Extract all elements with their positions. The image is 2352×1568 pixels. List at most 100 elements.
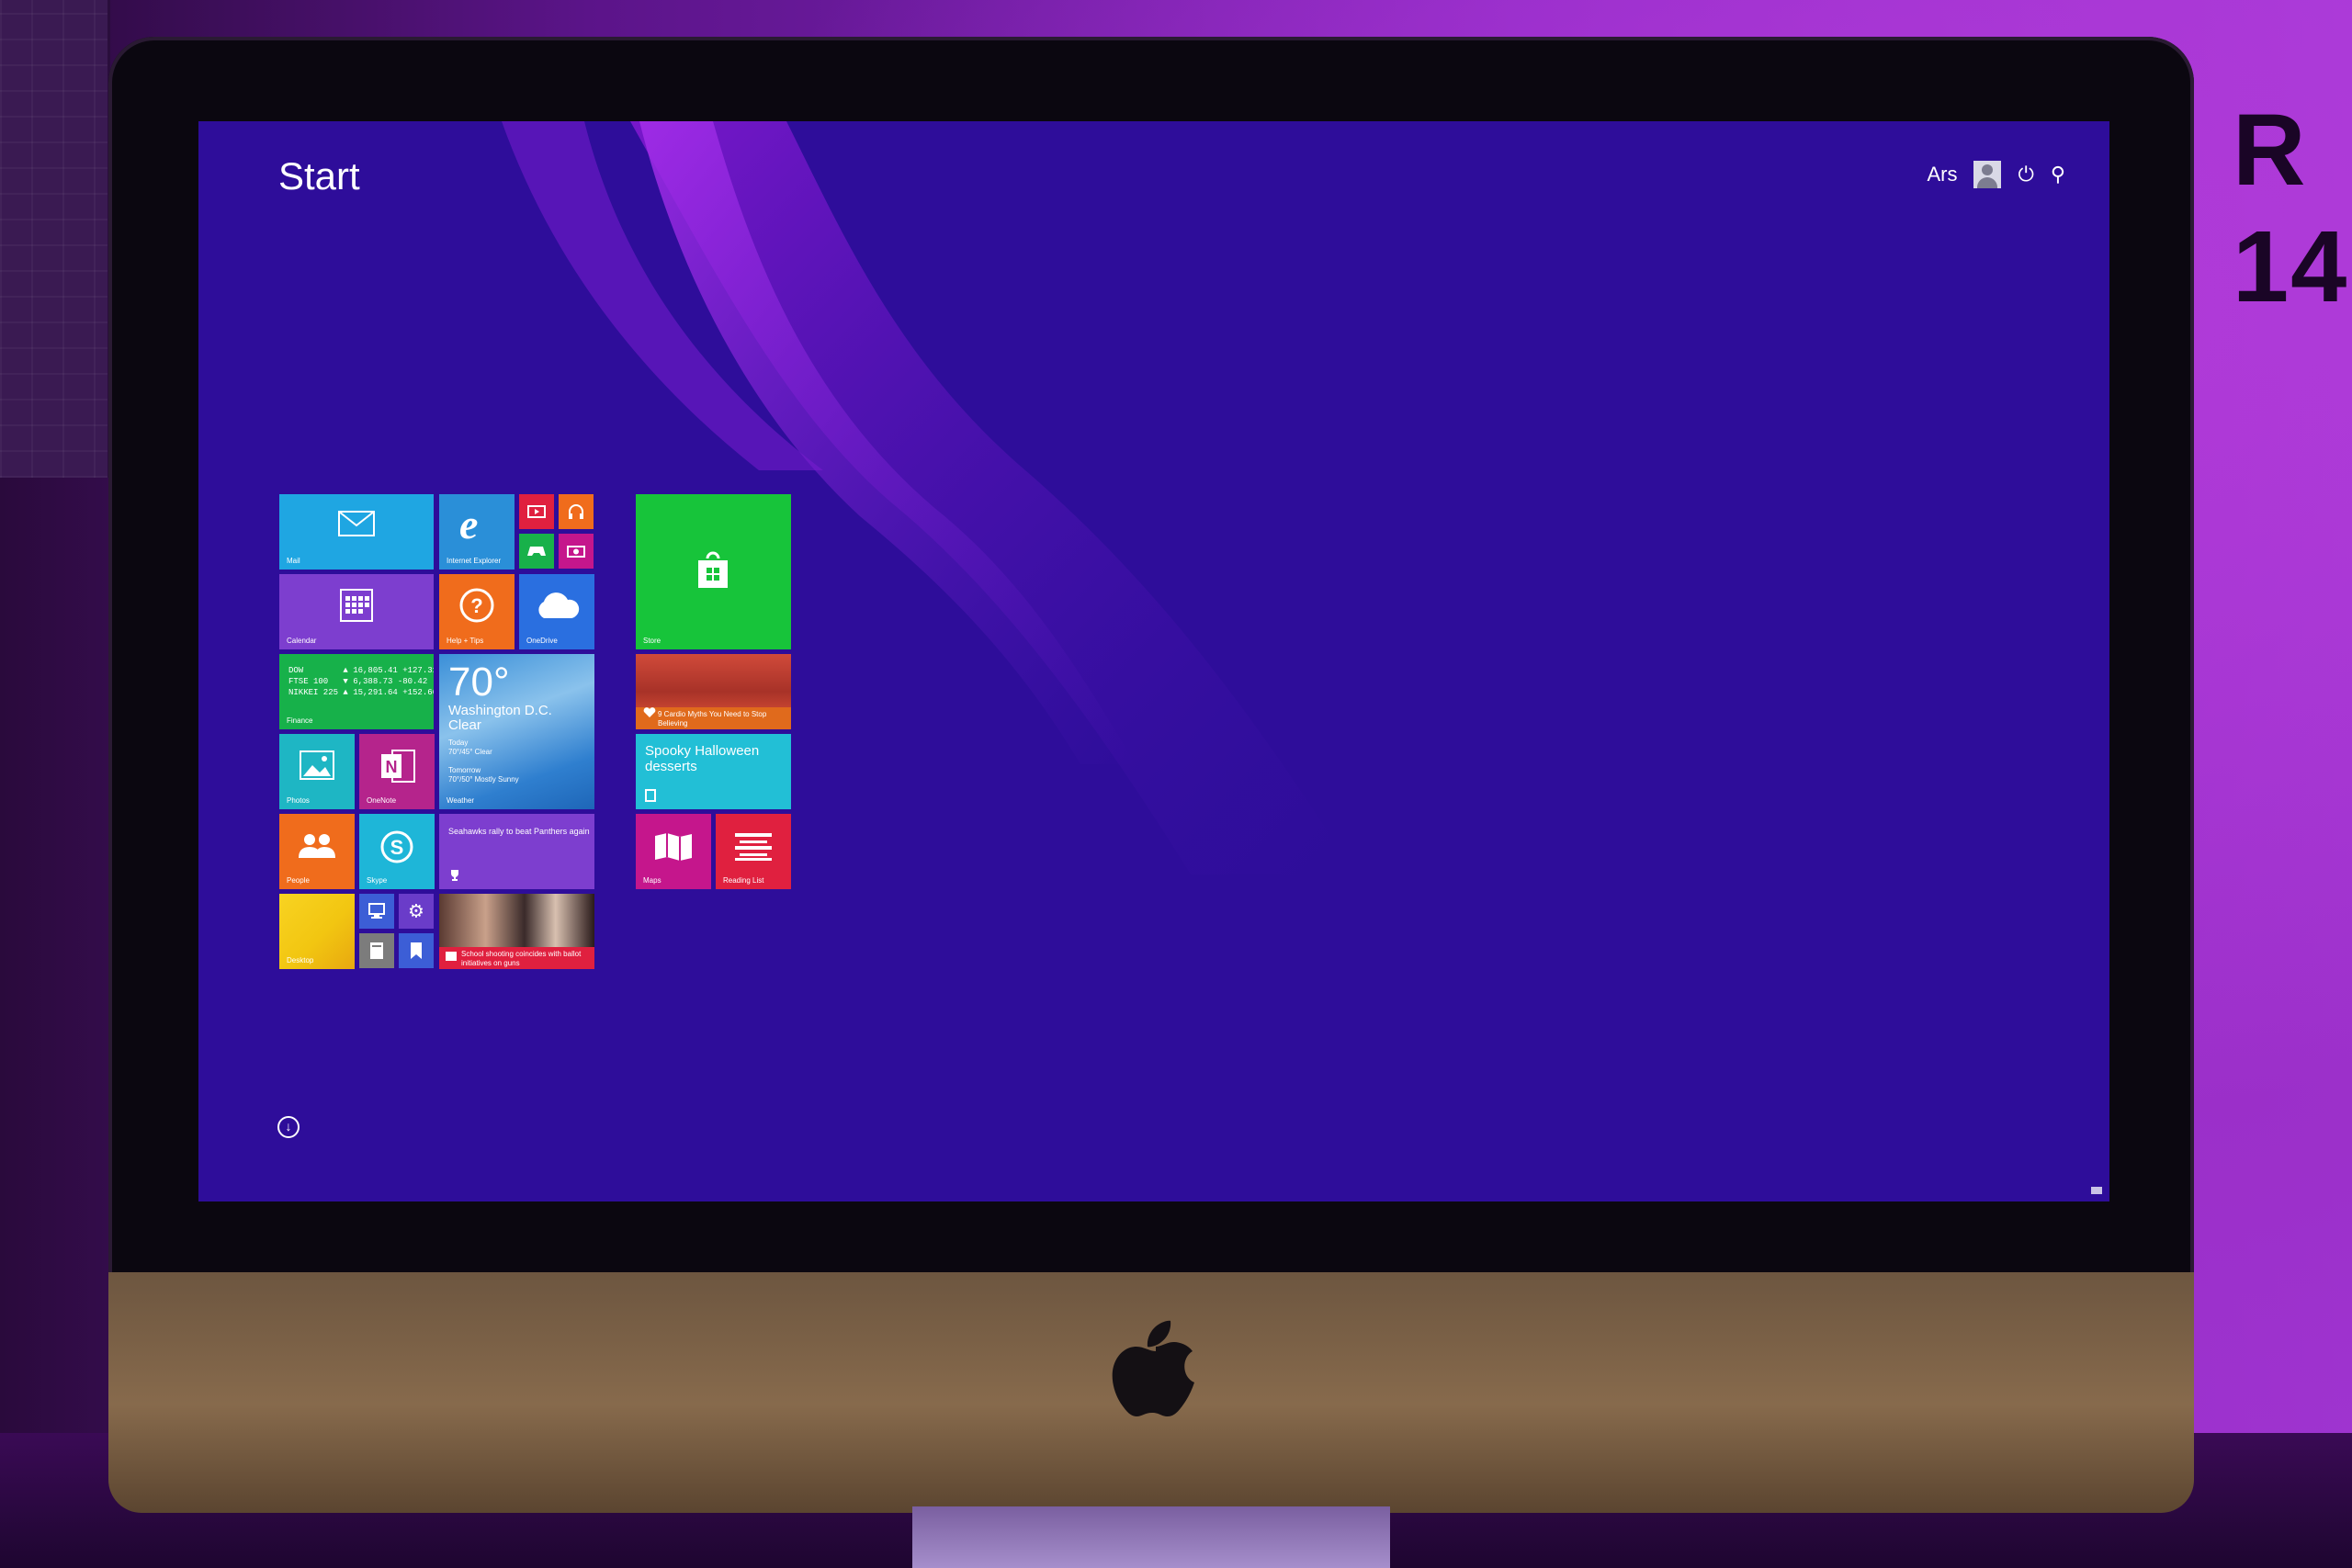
tile-label: Reading List bbox=[723, 876, 764, 885]
windows-start-screen: Start Ars ⏻ ⚲ Mail e Internet Explorer C… bbox=[198, 121, 2109, 1201]
book-icon bbox=[370, 942, 383, 959]
store-bag-icon bbox=[698, 551, 728, 588]
svg-text:?: ? bbox=[470, 594, 482, 617]
camera-icon bbox=[567, 546, 585, 558]
tile-maps[interactable]: Maps bbox=[636, 814, 711, 889]
imac: Start Ars ⏻ ⚲ Mail e Internet Explorer C… bbox=[108, 37, 2194, 1568]
finance-rows: DOW ▲ 16,805.41 +127.31 FTSE 100 ▼ 6,388… bbox=[288, 665, 434, 698]
forecast-tomorrow: 70°/50° Mostly Sunny bbox=[448, 775, 519, 784]
tile-reading-list[interactable]: Reading List bbox=[716, 814, 791, 889]
tile-store[interactable]: Store bbox=[636, 494, 791, 649]
skype-icon: S bbox=[380, 830, 413, 863]
wall-poster bbox=[0, 0, 110, 478]
tile-video[interactable] bbox=[519, 494, 554, 529]
power-icon[interactable]: ⏻ bbox=[2018, 164, 2033, 185]
forecast-tomorrow-label: Tomorrow bbox=[448, 766, 481, 774]
video-icon bbox=[527, 505, 546, 518]
mail-icon bbox=[338, 511, 375, 536]
tile-music[interactable] bbox=[559, 494, 594, 529]
tile-onedrive[interactable]: OneDrive bbox=[519, 574, 594, 649]
tile-onenote[interactable]: N OneNote bbox=[359, 734, 435, 809]
list-icon bbox=[735, 833, 772, 861]
gamepad-icon bbox=[527, 547, 546, 556]
svg-text:N: N bbox=[386, 758, 398, 776]
finance-row: NIKKEI 225 ▲ 15,291.64 +152.66 bbox=[288, 688, 434, 697]
down-arrow-icon: ↓ bbox=[285, 1119, 292, 1134]
tile-calendar[interactable]: Calendar bbox=[279, 574, 434, 649]
health-caption: 9 Cardio Myths You Need to Stop Believin… bbox=[636, 707, 791, 729]
weather-condition: Clear bbox=[448, 717, 481, 733]
tile-news-photo[interactable]: School shooting coincides with ballot in… bbox=[439, 894, 594, 969]
internet-explorer-icon: e bbox=[459, 501, 479, 547]
tile-settings[interactable]: ⚙ bbox=[399, 894, 434, 929]
user-bar: Ars ⏻ ⚲ bbox=[1927, 158, 2065, 191]
forecast-today-label: Today bbox=[448, 739, 469, 747]
tile-label: Weather bbox=[447, 796, 475, 805]
wall-lettering: R 14- bbox=[2233, 94, 2352, 323]
tile-label: Calendar bbox=[287, 637, 317, 645]
tile-help-tips[interactable]: ? Help + Tips bbox=[439, 574, 514, 649]
sports-headline: Seahawks rally to beat Panthers again bbox=[448, 827, 590, 836]
weather-location: Washington D.C. Clear bbox=[448, 704, 552, 733]
tile-mail[interactable]: Mail bbox=[279, 494, 434, 570]
calendar-icon bbox=[340, 589, 373, 622]
tile-label: Internet Explorer bbox=[447, 557, 502, 565]
tile-label: Desktop bbox=[287, 956, 314, 964]
tile-label: People bbox=[287, 876, 310, 885]
trophy-icon bbox=[451, 870, 458, 881]
finance-row: DOW ▲ 16,805.41 +127.31 bbox=[288, 666, 434, 675]
tile-label: Maps bbox=[643, 876, 662, 885]
people-icon bbox=[299, 834, 335, 858]
tile-games[interactable] bbox=[519, 534, 554, 569]
tile-desktop[interactable]: Desktop bbox=[279, 894, 355, 969]
apple-logo-icon bbox=[1112, 1320, 1194, 1416]
weather-forecast: Today 70°/45° Clear Tomorrow 70°/50° Mostly… bbox=[448, 739, 519, 784]
news-icon bbox=[446, 952, 457, 961]
tile-reader[interactable] bbox=[359, 933, 394, 968]
help-icon: ? bbox=[459, 588, 494, 623]
tile-label: Finance bbox=[287, 716, 313, 725]
bookmark-icon bbox=[411, 942, 422, 959]
all-apps-button[interactable]: ↓ bbox=[277, 1116, 300, 1138]
tile-label: OneNote bbox=[367, 796, 397, 805]
tile-finance[interactable]: DOW ▲ 16,805.41 +127.31 FTSE 100 ▼ 6,388… bbox=[279, 654, 434, 729]
imac-stand bbox=[912, 1506, 1390, 1568]
tile-internet-explorer[interactable]: e Internet Explorer bbox=[439, 494, 514, 570]
finance-row: FTSE 100 ▼ 6,388.73 -80.42 bbox=[288, 677, 428, 686]
map-icon bbox=[655, 833, 692, 861]
user-name[interactable]: Ars bbox=[1927, 163, 1957, 186]
cloud-icon bbox=[538, 592, 580, 618]
user-avatar[interactable] bbox=[1973, 161, 2002, 188]
tile-health[interactable]: 9 Cardio Myths You Need to Stop Believin… bbox=[636, 654, 791, 729]
tile-pc-settings[interactable] bbox=[359, 894, 394, 929]
forecast-today: 70°/45° Clear bbox=[448, 748, 492, 756]
food-icon bbox=[645, 789, 656, 802]
computer-icon bbox=[368, 903, 385, 919]
svg-text:S: S bbox=[390, 836, 404, 859]
weather-temperature: 70° bbox=[448, 660, 510, 705]
search-icon[interactable]: ⚲ bbox=[2051, 164, 2065, 185]
tile-weather[interactable]: 70° Washington D.C. Clear Today 70°/45° Cl… bbox=[439, 654, 594, 809]
tile-food[interactable]: Spooky Halloween desserts bbox=[636, 734, 791, 809]
tile-skype[interactable]: S Skype bbox=[359, 814, 435, 889]
zoom-control[interactable] bbox=[2091, 1187, 2102, 1194]
tile-label: Photos bbox=[287, 796, 310, 805]
food-headline: Spooky Halloween desserts bbox=[645, 743, 760, 774]
photo-icon bbox=[300, 750, 334, 780]
headphones-icon bbox=[569, 504, 583, 519]
weather-city: Washington D.C. bbox=[448, 703, 552, 718]
onenote-icon: N bbox=[381, 750, 415, 783]
tile-bookmark[interactable] bbox=[399, 933, 434, 968]
gear-icon: ⚙ bbox=[408, 901, 424, 922]
tile-people[interactable]: People bbox=[279, 814, 355, 889]
start-title: Start bbox=[278, 154, 360, 197]
tile-label: Mail bbox=[287, 557, 300, 565]
tile-label: Store bbox=[643, 637, 662, 645]
heart-icon bbox=[643, 707, 656, 717]
tile-camera[interactable] bbox=[559, 534, 594, 569]
tile-label: Skype bbox=[367, 876, 388, 885]
tile-label: OneDrive bbox=[526, 637, 558, 645]
tile-sports[interactable]: Seahawks rally to beat Panthers again bbox=[439, 814, 594, 889]
news-caption: School shooting coincides with ballot in… bbox=[439, 947, 594, 969]
tile-photos[interactable]: Photos bbox=[279, 734, 355, 809]
